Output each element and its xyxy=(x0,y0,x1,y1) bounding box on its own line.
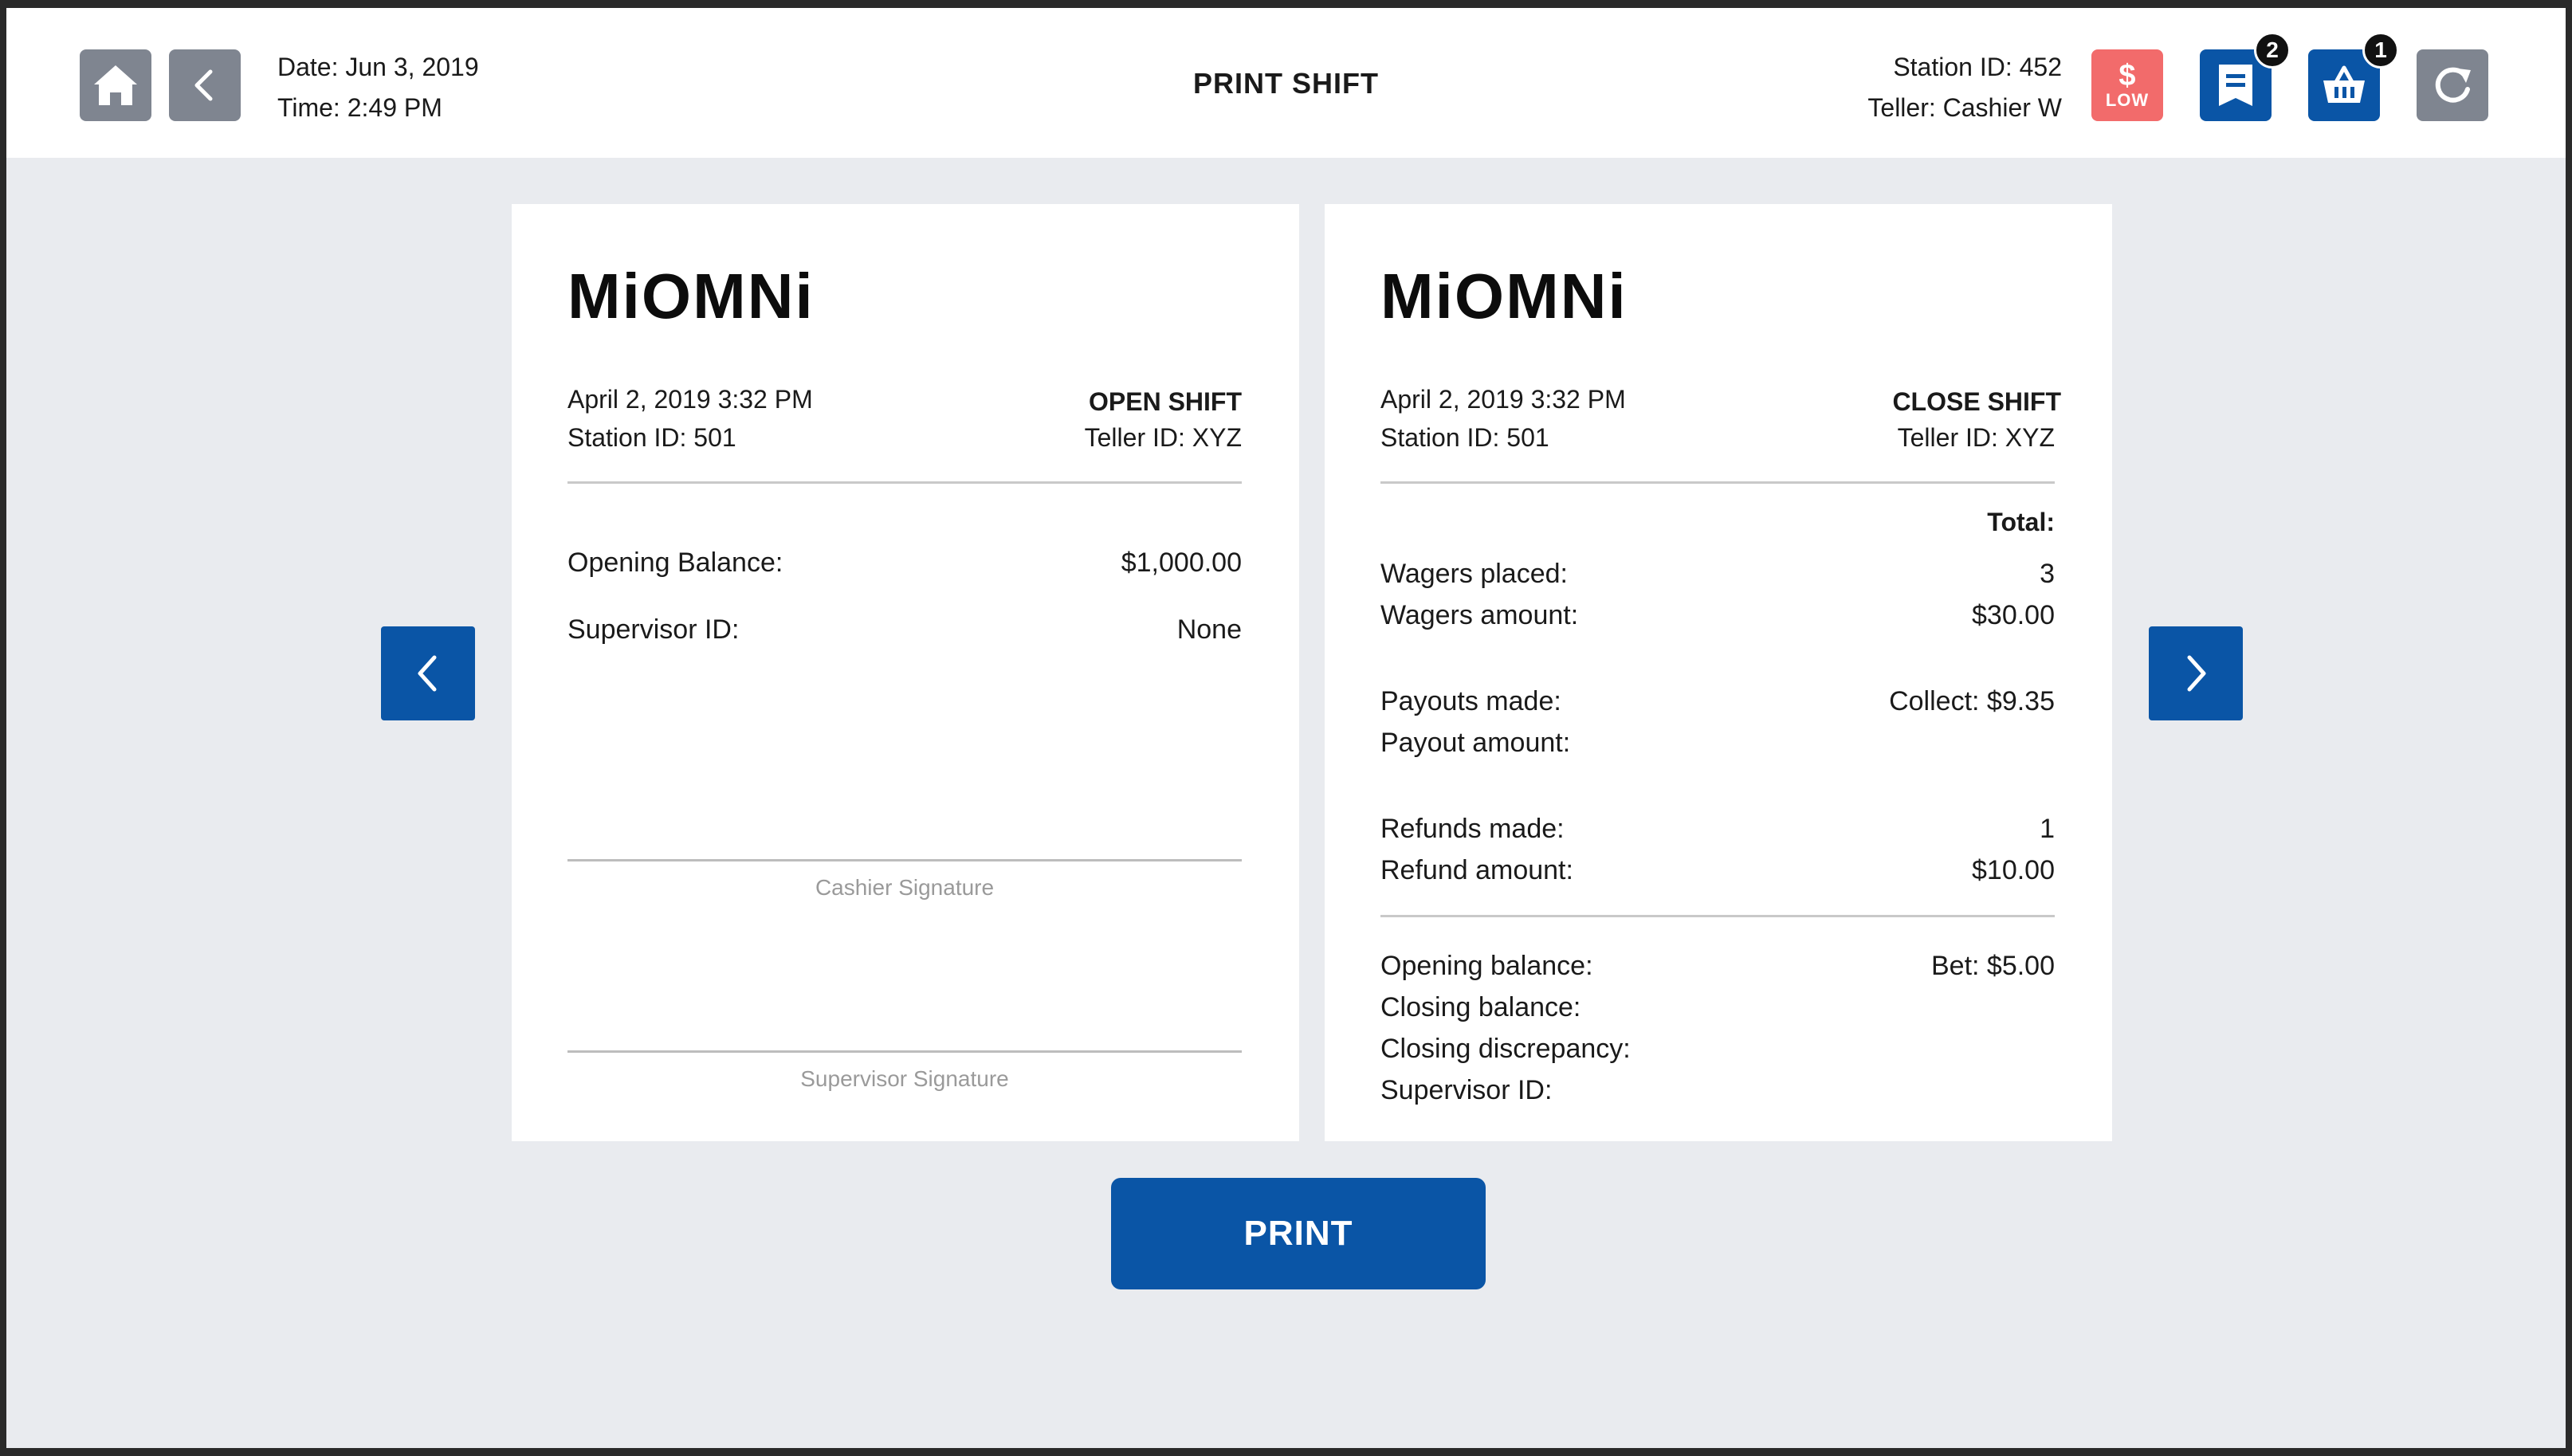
row-value: 1 xyxy=(2040,814,2055,844)
total-header: Total: xyxy=(1987,508,2055,536)
open-shift-title: OPEN SHIFT xyxy=(1088,387,1242,416)
miomni-logo: MiOMNi xyxy=(1380,261,1628,332)
refresh-icon xyxy=(2435,67,2471,103)
close-shift-datetime: April 2, 2019 3:32 PM xyxy=(1380,385,1626,414)
cash-low-label: LOW xyxy=(2105,90,2150,110)
row-value: $30.00 xyxy=(1972,600,2055,630)
cashier-signature-label: Cashier Signature xyxy=(815,875,995,900)
open-shift-teller: Teller ID: XYZ xyxy=(1084,423,1242,452)
previous-receipt-button[interactable] xyxy=(381,626,475,720)
page-title: PRINT SHIFT xyxy=(1193,67,1379,100)
chevron-right-icon xyxy=(2187,655,2206,692)
closing-balance-row: Closing balance: xyxy=(1380,987,2055,1028)
row-label: Closing discrepancy: xyxy=(1380,1034,1631,1064)
opening-balance-row: Opening balance: Bet: $5.00 xyxy=(1380,945,2055,987)
receipt-icon xyxy=(2219,65,2252,106)
row-label: Wagers amount: xyxy=(1380,600,1579,630)
row-value: $10.00 xyxy=(1972,855,2055,885)
divider xyxy=(1380,915,2055,917)
supervisor-signature-label: Supervisor Signature xyxy=(800,1066,1009,1091)
row-label: Wagers placed: xyxy=(1380,559,1568,589)
row-label: Supervisor ID: xyxy=(1380,1075,1553,1105)
open-shift-receipt: MiOMNi April 2, 2019 3:32 PM Station ID:… xyxy=(512,204,1299,1141)
chevron-left-icon xyxy=(418,655,437,692)
opening-balance-row: Opening Balance: $1,000.00 xyxy=(567,542,1242,583)
open-shift-datetime: April 2, 2019 3:32 PM xyxy=(567,385,813,414)
refunds-made-row: Refunds made: 1 xyxy=(1380,808,2055,850)
payout-amount-row: Payout amount: xyxy=(1380,722,2055,763)
refresh-button[interactable] xyxy=(2417,49,2488,121)
row-label: Closing balance: xyxy=(1380,992,1581,1022)
refund-amount-row: Refund amount: $10.00 xyxy=(1380,850,2055,891)
row-value: 3 xyxy=(2040,559,2055,589)
app-frame: Date: Jun 3, 2019 Time: 2:49 PM PRINT SH… xyxy=(6,8,2566,1448)
receipts-count-badge: 2 xyxy=(2254,32,2291,69)
supervisor-id-row: Supervisor ID: None xyxy=(567,609,1242,650)
close-shift-title: CLOSE SHIFT xyxy=(1892,387,2061,416)
wagers-placed-row: Wagers placed: 3 xyxy=(1380,553,2055,595)
row-label: Refunds made: xyxy=(1380,814,1565,844)
close-shift-receipt: MiOMNi April 2, 2019 3:32 PM Station ID:… xyxy=(1325,204,2112,1141)
row-label: Supervisor ID: xyxy=(567,614,740,645)
row-label: Payout amount: xyxy=(1380,728,1571,758)
close-shift-teller: Teller ID: XYZ xyxy=(1897,423,2055,452)
row-value: None xyxy=(1176,614,1242,645)
closing-discrepancy-row: Closing discrepancy: xyxy=(1380,1028,2055,1069)
header-bar: Date: Jun 3, 2019 Time: 2:49 PM PRINT SH… xyxy=(6,8,2566,158)
row-label: Opening balance: xyxy=(1380,951,1593,981)
wagers-amount-row: Wagers amount: $30.00 xyxy=(1380,595,2055,636)
header-teller: Teller: Cashier W xyxy=(1867,93,2062,122)
row-label: Refund amount: xyxy=(1380,855,1573,885)
close-shift-station: Station ID: 501 xyxy=(1380,423,1549,452)
dollar-icon: $ xyxy=(2118,59,2136,92)
divider xyxy=(1380,481,2055,484)
header-station-id: Station ID: 452 xyxy=(1893,53,2062,81)
supervisor-id-row: Supervisor ID: xyxy=(1380,1069,2055,1111)
basket-icon xyxy=(2323,65,2365,103)
receipts-button[interactable]: 2 xyxy=(2200,32,2291,121)
row-value: Collect: $9.35 xyxy=(1889,686,2055,716)
row-value: $1,000.00 xyxy=(1121,547,1242,578)
divider xyxy=(567,481,1242,484)
print-button[interactable]: PRINT xyxy=(1111,1178,1486,1289)
next-receipt-button[interactable] xyxy=(2149,626,2243,720)
miomni-logo: MiOMNi xyxy=(567,261,815,332)
basket-count-badge: 1 xyxy=(2362,32,2399,69)
payouts-made-row: Payouts made: Collect: $9.35 xyxy=(1380,681,2055,722)
row-value: Bet: $5.00 xyxy=(1930,951,2055,981)
basket-button[interactable]: 1 xyxy=(2308,32,2399,121)
cashier-signature-line xyxy=(567,859,1242,861)
row-label: Opening Balance: xyxy=(567,547,783,578)
open-shift-station: Station ID: 501 xyxy=(567,423,736,452)
row-label: Payouts made: xyxy=(1380,686,1561,716)
supervisor-signature-line xyxy=(567,1050,1242,1053)
cash-low-button[interactable]: $ LOW xyxy=(2091,49,2163,121)
